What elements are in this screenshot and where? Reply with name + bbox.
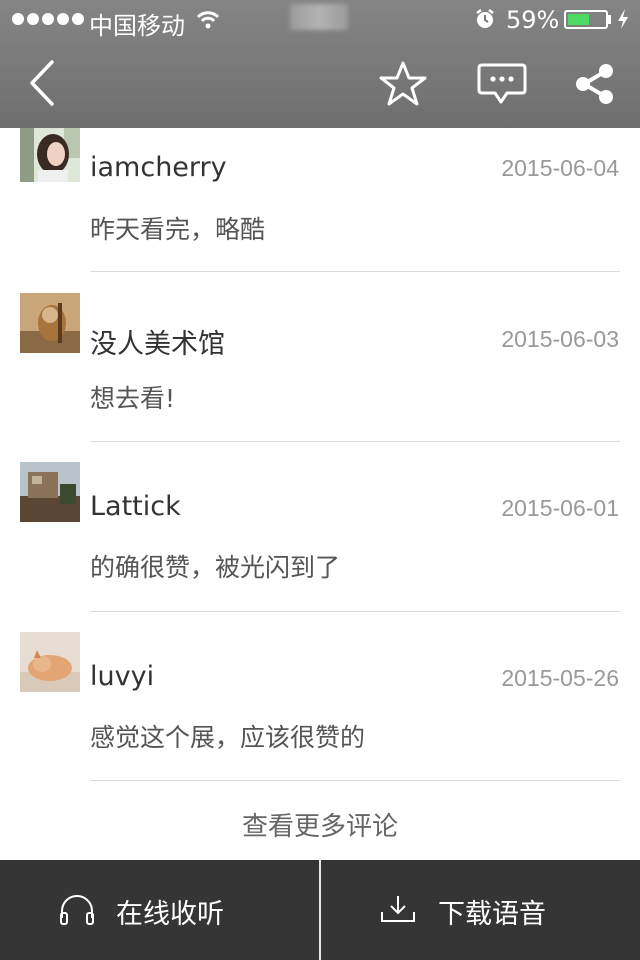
comment-item: iamcherry 2015-06-04 昨天看完，略酷 [0, 128, 640, 298]
download-icon [381, 896, 415, 922]
blurred-title [290, 4, 348, 30]
battery-level-fill [568, 14, 589, 25]
listen-online-label: 在线收听 [116, 899, 224, 930]
comment-username[interactable]: luvyi [90, 661, 154, 692]
battery-percent: 59% [506, 6, 560, 34]
battery-icon [564, 10, 608, 29]
more-comments-link[interactable]: 查看更多评论 [0, 806, 640, 843]
avatar[interactable] [20, 128, 80, 182]
listen-online-button[interactable]: 在线收听 [0, 860, 319, 960]
divider [90, 780, 620, 781]
download-audio-button[interactable]: 下载语音 [321, 860, 640, 960]
comment-text: 想去看! [90, 384, 176, 413]
comment-date: 2015-06-04 [501, 155, 619, 181]
avatar[interactable] [20, 293, 80, 353]
star-icon[interactable] [378, 60, 428, 108]
battery-tip [608, 15, 611, 24]
comment-username[interactable]: iamcherry [90, 152, 227, 183]
comment-date: 2015-06-03 [501, 326, 619, 352]
comment-text: 感觉这个展，应该很赞的 [90, 723, 366, 752]
carrier-name: 中国移动 [89, 12, 185, 40]
comment-username[interactable]: Lattick [90, 491, 181, 522]
comment-item: luvyi 2015-05-26 感觉这个展，应该很赞的 [0, 632, 640, 802]
status-bar: 中国移动 59% [0, 0, 640, 40]
divider [90, 271, 620, 272]
avatar[interactable] [20, 462, 80, 522]
comment-item: Lattick 2015-06-01 的确很赞，被光闪到了 [0, 462, 640, 632]
download-audio-label: 下载语音 [438, 899, 546, 930]
comment-item: 没人美术馆 2015-06-03 想去看! [0, 293, 640, 463]
headphones-icon [60, 895, 94, 925]
comment-text: 的确很赞，被光闪到了 [90, 553, 341, 582]
comment-text: 昨天看完，略酷 [90, 215, 266, 244]
alarm-icon [476, 9, 494, 28]
comment-date: 2015-06-01 [501, 495, 619, 521]
back-chevron-icon[interactable] [28, 58, 56, 108]
divider [90, 441, 620, 442]
comment-date: 2015-05-26 [501, 665, 619, 691]
divider [90, 611, 620, 612]
wifi-icon [196, 11, 220, 29]
charging-bolt-icon [618, 9, 628, 29]
comment-bubble-icon[interactable] [477, 62, 527, 106]
top-bar: 中国移动 59% [0, 0, 640, 128]
comment-username[interactable]: 没人美术馆 [90, 322, 225, 361]
signal-dots-icon [12, 13, 84, 25]
share-icon[interactable] [572, 62, 618, 106]
bottom-action-bar: 在线收听 下载语音 [0, 860, 640, 960]
avatar[interactable] [20, 632, 80, 692]
